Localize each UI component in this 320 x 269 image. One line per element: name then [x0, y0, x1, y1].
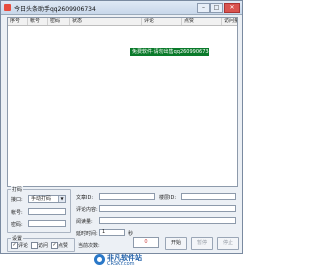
- settings-group: 设置 ✓ 评论 访问 ✓ 点赞: [7, 235, 75, 252]
- maximize-button[interactable]: □: [210, 3, 223, 13]
- settings-group-legend: 设置: [11, 235, 24, 242]
- interval-unit: 秒: [128, 231, 134, 237]
- captcha-account-input[interactable]: [28, 208, 66, 215]
- column-header-password[interactable]: 密码: [48, 18, 70, 25]
- interface-select[interactable]: 手动打码 ▼: [28, 195, 66, 203]
- column-header-visits[interactable]: 访问量: [222, 18, 237, 25]
- column-header-index[interactable]: 序号: [8, 18, 28, 25]
- watermark-domain: CRSKY.com: [107, 261, 135, 267]
- interval-input[interactable]: 1: [99, 229, 125, 236]
- table-header: 序号 帐号 密码 状态 评论 点赞 访问量: [8, 18, 237, 26]
- like-checkbox[interactable]: ✓: [51, 242, 58, 249]
- captcha-password-input[interactable]: [28, 220, 66, 227]
- start-button[interactable]: 开始: [165, 237, 187, 250]
- password-label: 密码:: [11, 222, 23, 228]
- comment-checkbox[interactable]: ✓: [11, 242, 18, 249]
- column-header-account[interactable]: 帐号: [28, 18, 48, 25]
- close-button[interactable]: ✕: [224, 3, 240, 13]
- visit-checkbox[interactable]: [31, 242, 38, 249]
- article-id-input[interactable]: [99, 193, 155, 200]
- comment-content-label: 评论内容:: [76, 207, 98, 213]
- topic-id-label: 楼层ID:: [159, 195, 177, 201]
- visit-option-label: 访问: [38, 243, 49, 249]
- comment-option-label: 评论: [18, 243, 29, 249]
- like-option-label: 点赞: [58, 243, 69, 249]
- interface-label: 接口:: [11, 197, 23, 203]
- article-id-label: 文章ID:: [76, 195, 94, 201]
- title-bar: 今日头条助手qq2609906734 – □ ✕: [1, 1, 242, 15]
- minimize-button[interactable]: –: [197, 3, 210, 13]
- read-count-input[interactable]: [99, 217, 236, 224]
- topic-id-input[interactable]: [181, 193, 236, 200]
- site-logo-icon: [94, 254, 105, 265]
- captcha-group: 打码 接口: 手动打码 ▼ 帐号: 密码:: [7, 186, 71, 233]
- comment-content-input[interactable]: [99, 205, 236, 212]
- account-label: 帐号:: [11, 210, 23, 216]
- interface-select-value: 手动打码: [31, 196, 52, 202]
- chevron-down-icon[interactable]: ▼: [58, 196, 65, 202]
- accounts-table[interactable]: 序号 帐号 密码 状态 评论 点赞 访问量 免费软件·请勿出售qq2609906…: [7, 17, 238, 187]
- interval-label: 延时时间:: [76, 231, 98, 237]
- pause-button[interactable]: 暂停: [191, 237, 213, 250]
- window-title: 今日头条助手qq2609906734: [14, 6, 96, 13]
- column-header-like[interactable]: 点赞: [182, 18, 222, 25]
- column-header-status[interactable]: 状态: [70, 18, 142, 25]
- counter-label: 当前次数:: [78, 243, 100, 249]
- site-watermark: 非凡软件站 CRSKY.com: [94, 252, 148, 268]
- stop-button[interactable]: 停止: [217, 237, 239, 250]
- counter-value: 0: [133, 237, 159, 248]
- app-window: 今日头条助手qq2609906734 – □ ✕ 序号 帐号 密码 状态 评论 …: [0, 0, 243, 254]
- captcha-group-legend: 打码: [11, 186, 24, 193]
- app-icon: [4, 4, 11, 11]
- column-header-comment[interactable]: 评论: [142, 18, 182, 25]
- free-software-banner: 免费软件·请勿出售qq2609906734: [130, 48, 209, 56]
- read-count-label: 阅读量:: [76, 219, 93, 225]
